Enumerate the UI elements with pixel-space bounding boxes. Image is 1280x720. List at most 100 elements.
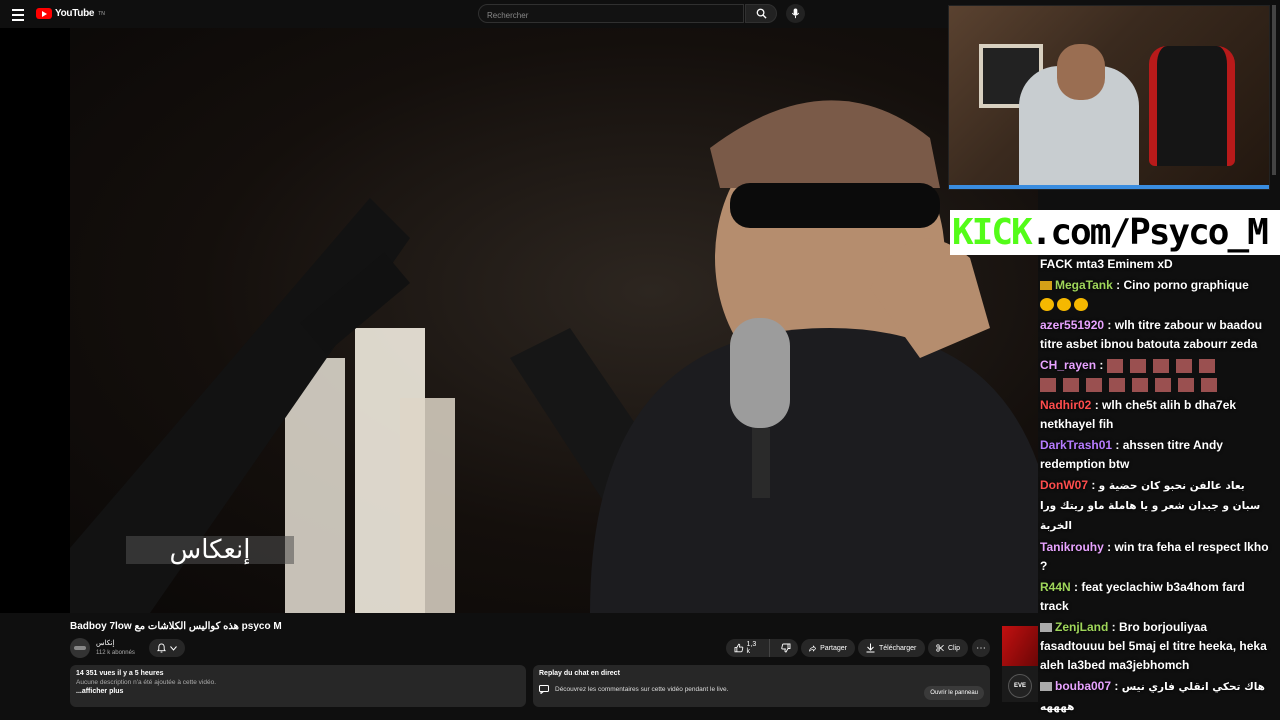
more-icon: ⋯: [976, 642, 986, 654]
video-player[interactable]: إنعكاس: [70, 28, 1038, 613]
like-button[interactable]: 1,3 k: [726, 639, 770, 657]
like-dislike-group: 1,3 k: [726, 639, 798, 657]
download-button[interactable]: Télécharger: [858, 639, 925, 657]
flag-emote-icon: [1201, 377, 1217, 392]
flag-emote-icon: [1063, 377, 1079, 392]
chat-message: azer551920 : wlh titre zabour w baadou t…: [1040, 318, 1263, 351]
thumbs-down-icon: [781, 643, 791, 653]
flag-emote-icon: [1198, 358, 1215, 373]
flag-emote-icon: [1109, 377, 1125, 392]
streamer-head: [1057, 44, 1105, 100]
youtube-logo[interactable]: YouTube TN: [36, 8, 105, 19]
clip-label: Clip: [947, 644, 960, 652]
chat-replay-box: Replay du chat en direct Découvrez les c…: [533, 665, 990, 707]
flag-emote-icon: [1152, 358, 1169, 373]
chat-replay-text: Découvrez les commentaires sur cette vid…: [555, 686, 729, 693]
chat-username: ZenjLand: [1055, 620, 1109, 634]
chat-username: azer551920: [1040, 318, 1105, 332]
chat-text: FACK mta3 Eminem xD: [1040, 257, 1173, 271]
more-actions-button[interactable]: ⋯: [972, 639, 990, 657]
sub-badge-icon: [1040, 623, 1052, 633]
video-title: Badboy 7low هذه كواليس الكلاشات مع psyco…: [70, 621, 282, 632]
avatar[interactable]: [70, 638, 90, 658]
chat-username: Nadhir02: [1040, 398, 1092, 412]
menu-icon[interactable]: [12, 7, 24, 21]
bell-icon: [157, 643, 166, 653]
chat-username: DonW07: [1040, 478, 1088, 492]
laugh-emote-icon: [1057, 298, 1071, 312]
flag-emote-icon: [1086, 377, 1102, 392]
webcam-accent-bar: [949, 185, 1269, 189]
youtube-play-icon: [36, 8, 52, 19]
notifications-button[interactable]: [149, 639, 185, 657]
clip-button[interactable]: Clip: [928, 639, 968, 657]
scissors-icon: [936, 644, 944, 652]
show-more-link[interactable]: ...afficher plus: [76, 688, 520, 695]
like-count: 1,3 k: [746, 641, 757, 655]
stream-chat-overlay: FACK mta3 Eminem xD MegaTank : Cino porn…: [1038, 255, 1280, 720]
chat-message: Nadhir02 : wlh che5t alih b dha7ek netkh…: [1040, 398, 1237, 431]
download-icon: [866, 643, 875, 653]
chat-message: CH_rayen :: [1038, 356, 1280, 396]
sub-badge-icon: [1040, 682, 1052, 692]
chat-message: bouba007 : هاك تحكي انقلي فاري نيس ههههه: [1040, 679, 1265, 713]
ad-banner[interactable]: [1002, 626, 1038, 666]
voice-search-button[interactable]: [786, 4, 805, 23]
chat-icon: [539, 685, 549, 694]
thumbs-up-icon: [734, 643, 744, 653]
search-box[interactable]: [478, 4, 759, 24]
open-panel-button[interactable]: Ouvrir le panneau: [924, 686, 984, 700]
chevron-down-icon: [170, 645, 177, 651]
ad-brand: EVE: [1013, 683, 1026, 689]
share-button[interactable]: Partager: [801, 639, 855, 657]
chat-replay-title: Replay du chat en direct: [539, 670, 620, 677]
logo-country-code: TN: [98, 10, 105, 17]
chat-text: Cino porno graphique: [1123, 278, 1249, 292]
microphone-icon: [791, 8, 800, 19]
kick-brand: KICK: [952, 212, 1033, 253]
search-icon: [756, 8, 767, 19]
chat-username: DarkTrash01: [1040, 438, 1113, 452]
share-icon: [809, 644, 817, 652]
flag-emote-icon: [1132, 377, 1148, 392]
dislike-button[interactable]: [774, 639, 798, 657]
logo-text: YouTube: [55, 8, 95, 19]
flag-emote-icon: [1155, 377, 1171, 392]
chat-message: ZenjLand : Bro borjouliyaa fasadtouuu be…: [1040, 620, 1267, 672]
chat-username: Tanikrouhy: [1040, 540, 1104, 554]
channel-watermark: إنعكاس: [126, 535, 294, 565]
crown-badge-icon: [1040, 281, 1052, 291]
subscriber-count: 112 k abonnés: [96, 650, 135, 656]
channel-name[interactable]: إنكاس: [96, 639, 114, 647]
chat-username: bouba007: [1055, 679, 1112, 693]
streamer-webcam: [948, 5, 1270, 190]
description-text: Aucune description n'a été ajoutée à cet…: [76, 679, 217, 686]
chat-text: feat yeclachiw b3a4hom fard track: [1040, 580, 1245, 613]
chat-message: FACK mta3 Eminem xD: [1038, 255, 1280, 276]
chat-message: Tanikrouhy : win tra feha el respect lkh…: [1040, 540, 1269, 573]
video-frame-art: [70, 100, 1038, 613]
laugh-emote-icon: [1074, 298, 1088, 312]
share-label: Partager: [820, 644, 847, 652]
description-box[interactable]: 14 351 vues il y a 5 heures Aucune descr…: [70, 665, 526, 707]
chat-message: R44N : feat yeclachiw b3a4hom fard track: [1040, 580, 1245, 613]
chat-message: DarkTrash01 : ahssen titre Andy redempti…: [1040, 438, 1223, 471]
kick-url: .com/Psyco_M: [1030, 212, 1269, 253]
flag-emote-icon: [1040, 377, 1056, 392]
flag-emote-icon: [1129, 358, 1146, 373]
flag-emote-icon: [1178, 377, 1194, 392]
scrollbar[interactable]: [1272, 5, 1276, 175]
flag-emote-icon: [1106, 358, 1123, 373]
chat-replay-row: Découvrez les commentaires sur cette vid…: [539, 685, 984, 694]
flag-emote-icon: [1175, 358, 1192, 373]
search-input[interactable]: [479, 7, 759, 24]
chat-message: DonW07 : بعاد عالفن نحبو كان حضية و سبان…: [1040, 478, 1261, 532]
kick-channel-banner: KICK .com/Psyco_M: [950, 210, 1280, 255]
laugh-emote-icon: [1040, 298, 1054, 312]
chat-username: R44N: [1040, 580, 1071, 594]
gaming-chair: [1149, 46, 1235, 166]
download-label: Télécharger: [879, 644, 917, 652]
top-bar: YouTube TN: [0, 0, 948, 28]
search-button[interactable]: [745, 4, 777, 23]
chat-username: MegaTank: [1055, 278, 1113, 292]
